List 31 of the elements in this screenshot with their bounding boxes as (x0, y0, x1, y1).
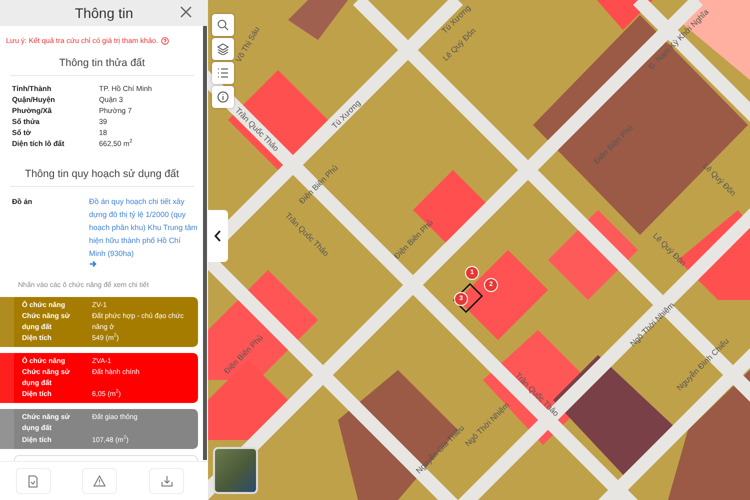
search-button[interactable] (212, 14, 234, 36)
street-label: Lê Quý Đôn (701, 161, 738, 198)
arrow-right-icon[interactable] (89, 260, 97, 268)
search-icon (217, 19, 229, 31)
collapse-panel-button[interactable] (208, 210, 228, 262)
document-button[interactable] (16, 468, 51, 494)
street-label: Lê Quý Đôn (651, 231, 688, 268)
chevron-left-icon (214, 230, 222, 242)
panel-title: Thông tin (74, 5, 134, 21)
warning-button[interactable] (82, 468, 118, 494)
download-button[interactable] (149, 468, 184, 494)
satellite-thumbnail[interactable] (213, 447, 258, 494)
list-icon (217, 67, 229, 79)
close-button[interactable] (178, 4, 194, 20)
street-label: Điện Biên Phủ (222, 333, 265, 376)
street-label: Điện Biên Phủ (392, 218, 435, 261)
layers-icon (217, 43, 229, 55)
section-title: Thông tin thửa đất (10, 45, 194, 76)
info-button[interactable] (212, 86, 234, 108)
warning-icon (93, 475, 106, 487)
list-button[interactable] (212, 62, 234, 84)
download-icon (160, 475, 173, 487)
info-icon (217, 91, 229, 103)
scrollbar[interactable] (203, 26, 207, 460)
section-title: Thông tin quy hoạch sử dụng đất (10, 156, 194, 187)
help-icon[interactable] (161, 36, 170, 44)
layers-button[interactable] (212, 38, 234, 60)
street-label: Điện Biên Phủ (592, 123, 635, 166)
document-icon (27, 474, 40, 488)
street-label: Võ Thị Sáu (234, 25, 262, 64)
street-label: Điện Biên Phủ (297, 163, 340, 206)
